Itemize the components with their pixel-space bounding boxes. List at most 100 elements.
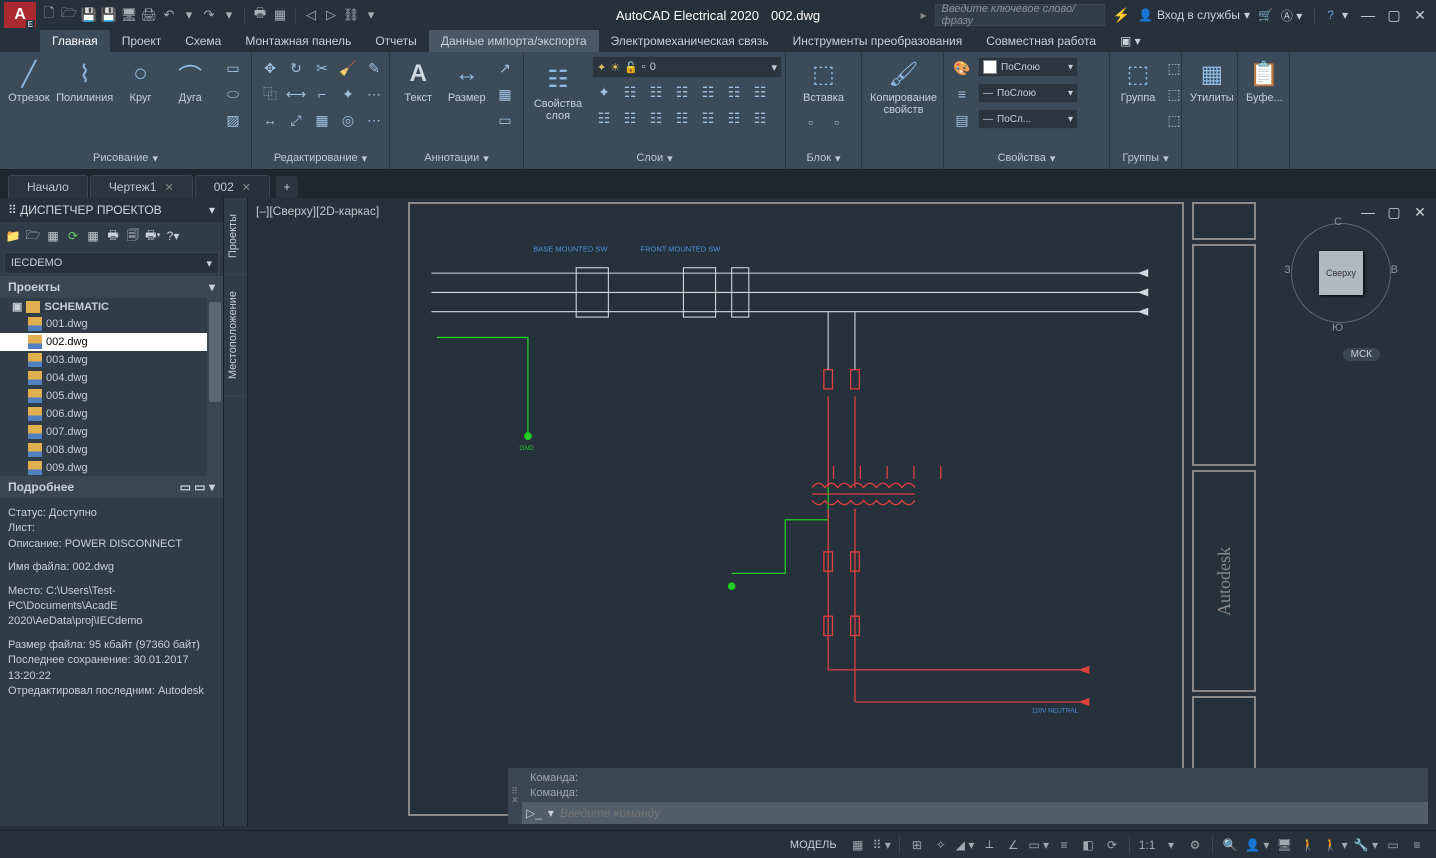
dynucs-icon[interactable]: ▭ ▾	[1026, 834, 1051, 856]
tree-folder[interactable]: ▣ SCHEMATIC	[0, 298, 223, 315]
ortho-icon[interactable]: ⊞	[906, 834, 928, 856]
filetab-drawing1[interactable]: Чертеж1✕	[90, 175, 193, 198]
group-button[interactable]: ⬚Группа	[1116, 56, 1160, 132]
gear-icon[interactable]: ⚙	[1184, 834, 1206, 856]
drag-handle-icon[interactable]: ⠿✕	[508, 768, 522, 824]
panel-title[interactable]: Слои ▾	[530, 147, 779, 169]
close-icon[interactable]: ✕	[165, 181, 174, 194]
tab-home[interactable]: Главная	[40, 30, 110, 52]
tab-panel[interactable]: Монтажная панель	[233, 30, 363, 52]
layer-icon[interactable]: ☷	[722, 106, 746, 130]
chevron-down-icon[interactable]: ▾	[209, 203, 215, 217]
publish-icon[interactable]: 🖶	[104, 227, 122, 245]
layer-icon[interactable]: ✦	[592, 80, 616, 104]
tools-icon[interactable]: 🔧 ▾	[1352, 834, 1380, 856]
model-button[interactable]: МОДЕЛЬ	[782, 839, 845, 851]
fillet-icon[interactable]: ⌐	[310, 82, 334, 106]
tree-file[interactable]: 007.dwg	[0, 423, 223, 441]
signin-button[interactable]: 👤 Вход в службы ▾	[1138, 8, 1250, 22]
tree-file[interactable]: 004.dwg	[0, 369, 223, 387]
copy-icon[interactable]: ⿻	[258, 82, 282, 106]
viewport-label[interactable]: [–][Сверху][2D-каркас]	[256, 204, 379, 218]
mirror-icon[interactable]: ⟷	[284, 82, 308, 106]
table-icon[interactable]: ▦	[493, 82, 517, 106]
web-icon[interactable]: 🖥	[120, 6, 138, 24]
layer-icon[interactable]: ☷	[644, 106, 668, 130]
trim-icon[interactable]: ✂	[310, 56, 334, 80]
project-combo[interactable]: IECDEMO▾	[4, 252, 219, 274]
vtab-projects[interactable]: Проекты	[224, 198, 247, 275]
tree-file[interactable]: 005.dwg	[0, 387, 223, 405]
chevron-icon[interactable]: ▾	[548, 806, 554, 820]
matchprops-button[interactable]: 🖌Копирование свойств	[868, 56, 939, 118]
tree-file[interactable]: 008.dwg	[0, 441, 223, 459]
add-tab-button[interactable]: +	[276, 176, 298, 198]
otrack-icon[interactable]: ∠	[1002, 834, 1024, 856]
schematic-drawing[interactable]: BASE MOUNTED SW FRONT MOUNTED SW GND	[408, 202, 1184, 816]
layer-icon[interactable]: ☷	[696, 106, 720, 130]
leader-icon[interactable]: ↗	[493, 56, 517, 80]
tab-reports[interactable]: Отчеты	[363, 30, 428, 52]
tree-file[interactable]: 006.dwg	[0, 405, 223, 423]
trans-icon[interactable]: ◧	[1077, 834, 1099, 856]
offset-icon[interactable]: ◎	[336, 108, 360, 132]
prev-icon[interactable]: ◁	[302, 6, 320, 24]
polar-icon[interactable]: ✧	[930, 834, 952, 856]
ellipse-icon[interactable]: ⬭	[221, 82, 245, 106]
more-icon[interactable]: ⋯	[362, 82, 386, 106]
chevron-down-icon[interactable]: ▾	[1160, 834, 1182, 856]
tree-file[interactable]: 009.dwg	[0, 459, 223, 476]
task-icon[interactable]: ▦	[84, 227, 102, 245]
command-input[interactable]	[560, 806, 1424, 820]
tree-file[interactable]: 002.dwg	[0, 333, 223, 351]
drawing-canvas[interactable]: [–][Сверху][2D-каркас] — ▢ ✕	[248, 198, 1436, 826]
walk-icon[interactable]: 🚶	[1297, 834, 1319, 856]
layer-icon[interactable]: ☷	[618, 80, 642, 104]
tab-electromech[interactable]: Электромеханическая связь	[599, 30, 781, 52]
walk-icon[interactable]: 🚶 ▾	[1321, 834, 1349, 856]
panel-title[interactable]: Свойства ▾	[950, 147, 1103, 169]
tab-scheme[interactable]: Схема	[173, 30, 233, 52]
open-icon[interactable]: 🗁	[24, 227, 42, 245]
layer-icon[interactable]: ☷	[748, 106, 772, 130]
color-icon[interactable]: 🎨	[950, 56, 974, 80]
panel-title[interactable]: Редактирование ▾	[258, 147, 383, 169]
help-icon[interactable]: ?▾	[164, 227, 182, 245]
rotate-icon[interactable]: ↻	[284, 56, 308, 80]
chevron-down-icon[interactable]: ▾	[180, 6, 198, 24]
app-logo[interactable]: A	[4, 2, 36, 28]
clipboard-button[interactable]: 📋Буфе...	[1244, 56, 1285, 106]
layer-props-button[interactable]: ☷Свойства слоя	[530, 62, 586, 124]
scale-icon[interactable]: ⤢	[284, 108, 308, 132]
layer-icon[interactable]: ☷	[592, 106, 616, 130]
panel-title[interactable]: Аннотации ▾	[396, 147, 517, 169]
edit-icon[interactable]: ✎	[362, 56, 386, 80]
lwt-icon[interactable]: ≡	[1053, 834, 1075, 856]
chevron-down-icon[interactable]: ▾	[362, 6, 380, 24]
text-button[interactable]: AТекст	[396, 56, 441, 106]
vtab-location[interactable]: Местоположение	[224, 275, 247, 396]
block-icon[interactable]: ▫	[799, 110, 823, 134]
projects-section[interactable]: Проекты▾	[0, 276, 223, 298]
tree-file[interactable]: 003.dwg	[0, 351, 223, 369]
help-icon[interactable]: ?	[1327, 8, 1334, 22]
erase-icon[interactable]: 🧹	[336, 56, 360, 80]
preview-icon[interactable]: ▦	[271, 6, 289, 24]
bolt-icon[interactable]: ⚡	[1113, 7, 1130, 24]
clean-icon[interactable]: ▭	[1382, 834, 1404, 856]
db-icon[interactable]: ▦	[44, 227, 62, 245]
save-icon[interactable]: 💾	[80, 6, 98, 24]
tab-project[interactable]: Проект	[110, 30, 174, 52]
scale-button[interactable]: 1:1	[1136, 834, 1158, 856]
maximize-icon[interactable]: ▢	[1382, 5, 1406, 25]
close-icon[interactable]: ✕	[242, 181, 251, 194]
polyline-button[interactable]: ⌇Полилиния	[56, 56, 114, 106]
tab-collab[interactable]: Совместная работа	[974, 30, 1108, 52]
tab-import[interactable]: Данные импорта/экспорта	[429, 30, 599, 52]
new-project-icon[interactable]: 📁	[4, 227, 22, 245]
block-icon[interactable]: ▫	[825, 110, 849, 134]
explode-icon[interactable]: ✦	[336, 82, 360, 106]
filetab-start[interactable]: Начало	[8, 175, 88, 198]
saveas-icon[interactable]: 💾	[100, 6, 118, 24]
panel-title[interactable]: Блок ▾	[792, 147, 855, 169]
